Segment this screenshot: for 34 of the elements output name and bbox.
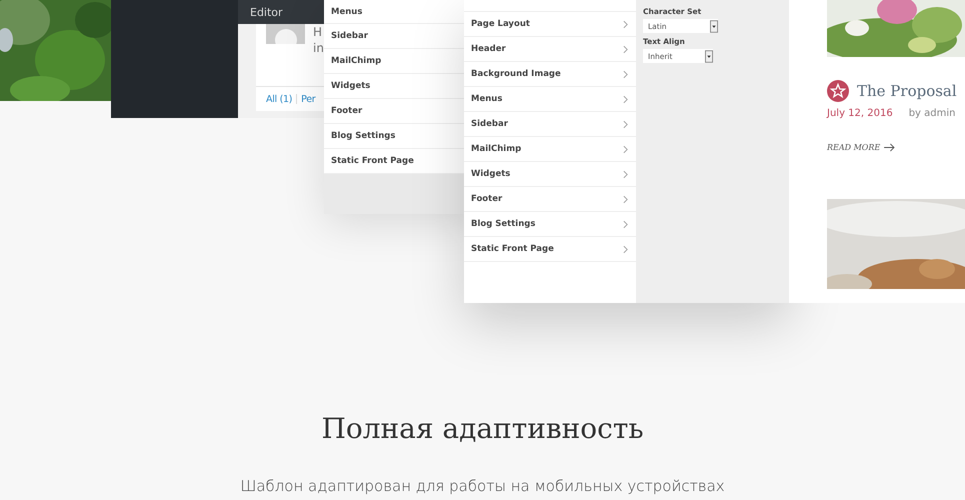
section-item[interactable]: Sidebar: [471, 119, 508, 129]
post-author: by admin: [908, 108, 956, 119]
chevron-icon: [623, 94, 628, 104]
section-text: Шаблон адаптирован для работы на мобильных устройствах: [240, 477, 725, 495]
chevron-icon: [623, 70, 628, 78]
post-date: July 12, 2016: [827, 108, 893, 119]
filter-link[interactable]: All (1): [266, 94, 292, 104]
section-item[interactable]: Background Image: [471, 69, 561, 79]
read-more-link[interactable]: READ MORE: [827, 143, 880, 152]
arrow-icon: [884, 143, 896, 152]
chevron-icon: [623, 120, 628, 128]
chevron-icon: [623, 20, 628, 28]
chevron-icon: [623, 144, 628, 154]
section-item[interactable]: Menus: [471, 94, 502, 104]
section-item[interactable]: MailChimp: [471, 144, 522, 154]
section-item[interactable]: Blog Settings: [471, 219, 536, 229]
chevron-icon: [623, 44, 628, 54]
dropdown-icon: [710, 20, 718, 32]
filter-link[interactable]: Per: [301, 94, 316, 104]
chevron-icon: [623, 170, 628, 178]
section-item[interactable]: Static Front Page: [471, 244, 554, 254]
section-heading: Полная адаптивность: [321, 412, 644, 445]
section-item[interactable]: Page Layout: [471, 19, 530, 29]
comment-text: H: [313, 24, 324, 40]
chevron-icon: [623, 220, 628, 228]
chevron-icon: [623, 194, 628, 204]
section-item[interactable]: Header: [471, 44, 506, 54]
menu-item[interactable]: Editor: [250, 6, 283, 18]
post-title[interactable]: The Proposal: [857, 82, 957, 100]
comment-text: in: [313, 40, 324, 56]
dropdown-icon: [705, 50, 713, 62]
section-item[interactable]: Widgets: [471, 169, 510, 179]
section-item[interactable]: Footer: [471, 194, 502, 204]
chevron-icon: [623, 244, 628, 254]
